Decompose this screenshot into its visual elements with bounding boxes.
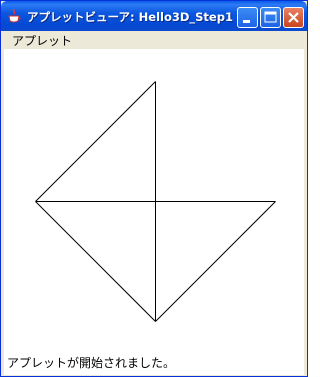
java-cup-icon[interactable] xyxy=(7,8,21,24)
lower-right-edge xyxy=(155,201,276,322)
applet-viewer-window: アプレットビューア: Hello3D_Step1 アプレット アプレットが開始さ… xyxy=(0,0,308,377)
menu-item-applet[interactable]: アプレット xyxy=(12,32,72,49)
lower-left-edge xyxy=(35,201,156,322)
close-icon xyxy=(288,12,299,23)
upper-left-edge xyxy=(35,81,156,202)
status-text: アプレットが開始されました。 xyxy=(7,356,176,370)
minimize-icon xyxy=(243,20,250,23)
wireframe-geometry xyxy=(35,81,276,322)
window-title: アプレットビューア: Hello3D_Step1 xyxy=(27,10,233,24)
maximize-icon xyxy=(264,11,277,23)
applet-canvas[interactable] xyxy=(4,49,304,349)
menu-bar: アプレット xyxy=(4,31,304,49)
applet-canvas-area[interactable]: アプレットが開始されました。 xyxy=(4,49,304,375)
title-bar[interactable]: アプレットビューア: Hello3D_Step1 xyxy=(1,1,307,31)
close-button[interactable] xyxy=(283,7,304,28)
maximize-button[interactable] xyxy=(260,7,281,28)
minimize-button[interactable] xyxy=(237,7,258,28)
